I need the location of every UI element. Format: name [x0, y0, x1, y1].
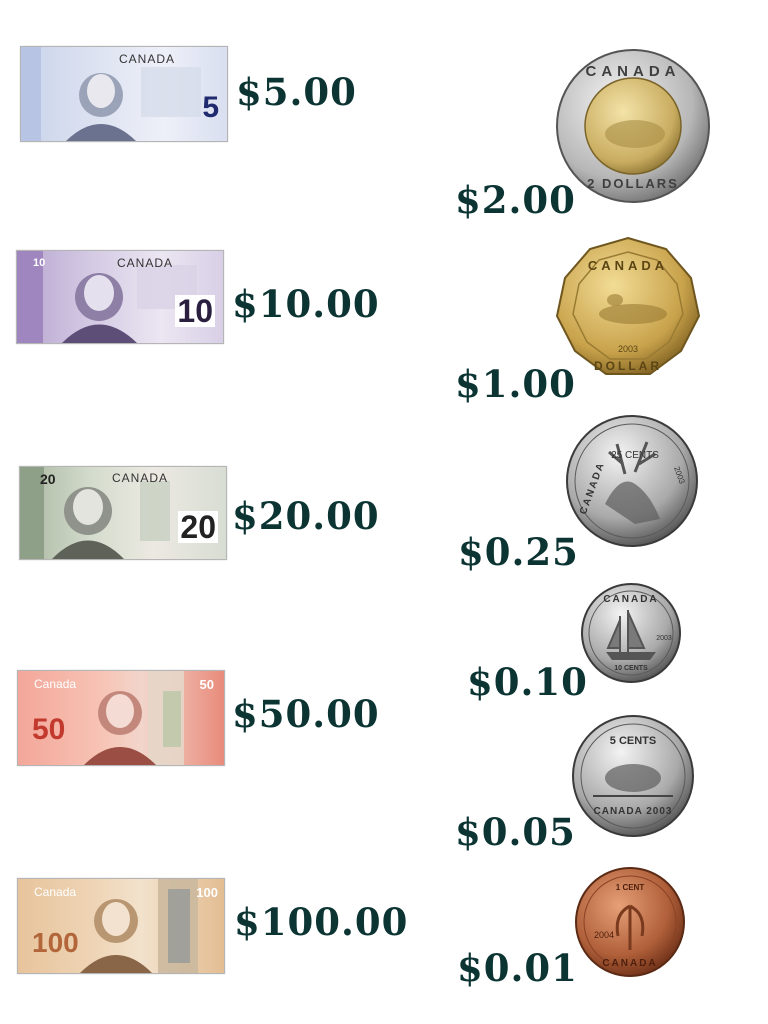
banknote-value-label: $20.00: [232, 494, 380, 538]
denomination-corner-label: 20: [40, 471, 56, 487]
country-label: Canada: [34, 677, 77, 691]
nickel-coin-icon: 5 CENTS CANADA 2003: [572, 715, 694, 837]
denomination-label: 20: [178, 509, 218, 545]
coin-value-label: $0.01: [457, 946, 578, 990]
banknote-5-icon: CANADA 5: [20, 46, 228, 142]
banknote-value-label: $10.00: [232, 282, 380, 326]
coin-bottom-text: CANADA: [602, 958, 657, 969]
coin-top-text: CANADA: [588, 258, 668, 273]
coin-top-text: CANADA: [586, 63, 681, 80]
banknote-value-label: $50.00: [232, 692, 380, 736]
denomination-corner-label: 10: [33, 257, 46, 269]
banknote-50-icon: Canada 50 50: [17, 670, 225, 766]
quarter-coin-icon: 25 CENTS CANADA 2003: [566, 415, 698, 547]
coin-denomination-text: 10 CENTS: [614, 665, 648, 672]
denomination-label: 50: [32, 713, 66, 746]
coin-denomination-text: 25 CENTS: [611, 450, 659, 461]
banknote-value-label: $5.00: [236, 70, 357, 114]
coin-top-text: CANADA: [603, 594, 658, 605]
coin-bottom-text: DOLLAR: [594, 359, 662, 373]
country-label: CANADA: [119, 52, 176, 66]
denomination-label: 100: [32, 927, 79, 958]
coin-year-text: 2004: [594, 930, 614, 940]
country-label: CANADA: [112, 471, 169, 485]
denomination-label: 10: [175, 293, 215, 329]
banknote-10-icon: 10 CANADA 10: [16, 250, 224, 344]
banknote-100-icon: Canada 100 100: [17, 878, 225, 974]
coin-year-text: 2003: [656, 635, 672, 642]
coin-value-label: $0.10: [467, 660, 588, 704]
country-label: CANADA: [117, 256, 174, 270]
coin-top-text: 1 CENT: [616, 883, 645, 892]
penny-coin-icon: 1 CENT 2004 CANADA: [575, 867, 685, 977]
dime-coin-icon: CANADA 10 CENTS 2003: [581, 583, 681, 683]
banknote-value-label: $100.00: [234, 900, 409, 944]
denomination-corner-label: 100: [196, 885, 218, 900]
denomination-label: 5: [202, 91, 219, 124]
denomination-corner-label: 50: [199, 677, 214, 692]
coin-bottom-text: 2 DOLLARS: [587, 176, 679, 191]
toonie-coin-icon: CANADA 2 DOLLARS: [556, 49, 710, 203]
coin-bottom-text: CANADA 2003: [594, 806, 673, 817]
coin-year-text: 2003: [618, 344, 638, 354]
banknote-20-icon: 20 CANADA 20: [19, 466, 227, 560]
coin-top-text: 5 CENTS: [610, 735, 656, 747]
coin-value-label: $2.00: [455, 178, 576, 222]
country-label: Canada: [34, 885, 77, 899]
coin-value-label: $0.25: [458, 530, 579, 574]
coin-value-label: $0.05: [455, 810, 576, 854]
coin-value-label: $1.00: [455, 362, 576, 406]
